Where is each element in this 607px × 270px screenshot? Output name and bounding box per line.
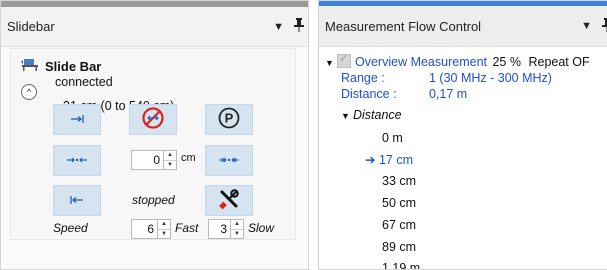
distance-item-label: 89 cm (382, 240, 416, 254)
list-item[interactable]: 67 cm (382, 218, 416, 232)
slow-speed-input[interactable]: 3 ▲▼ (208, 219, 244, 239)
range-label: Range : (341, 71, 385, 85)
move-relative-fast-icon (217, 154, 241, 168)
stepper-down-icon[interactable]: ▼ (231, 229, 243, 239)
distance-item-label: 1,19 m (382, 261, 420, 270)
slow-label: Slow (248, 221, 274, 235)
settings-button[interactable] (205, 185, 253, 216)
stepper-up-icon[interactable]: ▲ (231, 220, 243, 229)
fast-label: Fast (175, 221, 198, 235)
device-name: Slide Bar (45, 59, 101, 74)
list-item[interactable]: 0 m (382, 131, 403, 145)
range-value: 1 (30 MHz - 300 MHz) (429, 71, 552, 85)
slide-bar-device-icon (21, 57, 39, 76)
stepper-down-icon[interactable]: ▼ (158, 229, 170, 239)
move-relative-button[interactable] (53, 145, 101, 176)
parking-position-button[interactable]: P (205, 104, 253, 135)
measurement-tree: ▼ Overview Measurement 25 % Repeat OF Ran… (319, 48, 607, 269)
stepper-up-icon[interactable]: ▲ (164, 151, 176, 160)
slidebar-panel: Slidebar ▼ Slide Bar connected ^ 31 cm (… (0, 0, 309, 270)
distance-item-label: 17 cm (379, 153, 413, 167)
move-to-end-button[interactable] (53, 104, 101, 135)
pin-icon[interactable] (294, 18, 308, 35)
checkbox-disabled-checked[interactable] (337, 54, 351, 68)
speed-label: Speed (53, 221, 88, 235)
stepper-down-icon[interactable]: ▼ (164, 160, 176, 170)
distance-value: 0,17 m (429, 87, 467, 101)
move-to-end-icon (68, 113, 86, 127)
repeat-label: Repeat OF (528, 55, 589, 69)
distance-item-label: 50 cm (382, 196, 416, 210)
settings-tools-icon (218, 188, 240, 213)
pin-icon[interactable] (602, 18, 607, 35)
measurement-flow-control-panel: Measurement Flow Control ▼ ▼ Overview Mea… (318, 0, 607, 270)
expand-triangle-icon[interactable]: ▼ (325, 58, 337, 68)
device-row: Slide Bar (21, 57, 101, 76)
move-relative-fast-button[interactable] (205, 145, 253, 176)
expand-triangle-icon[interactable]: ▼ (341, 111, 353, 121)
slidebar-header: Slidebar ▼ (1, 7, 308, 47)
overview-label: Overview Measurement (355, 55, 487, 69)
fast-speed-stepper[interactable]: ▲▼ (157, 220, 170, 238)
distance-item-label: 67 cm (382, 218, 416, 232)
stop-button[interactable] (129, 104, 177, 135)
parking-icon: P (218, 107, 240, 132)
move-distance-value: 0 (153, 153, 163, 167)
menu-dropdown-icon[interactable]: ▼ (273, 21, 284, 33)
connection-status: connected (55, 75, 113, 89)
overview-percent: 25 % (492, 55, 521, 69)
mfc-header: Measurement Flow Control ▼ (319, 6, 607, 47)
list-item[interactable]: 50 cm (382, 196, 416, 210)
distance-item-label: 33 cm (382, 174, 416, 188)
fast-speed-value: 6 (147, 222, 157, 236)
slidebar-title: Slidebar (7, 19, 273, 34)
menu-dropdown-icon[interactable]: ▼ (581, 20, 592, 32)
parking-symbol: P (225, 111, 234, 126)
distance-group-label: Distance (353, 108, 402, 122)
fast-speed-input[interactable]: 6 ▲▼ (131, 219, 171, 239)
current-arrow-icon: ➔ (365, 153, 375, 167)
slow-speed-value: 3 (220, 222, 230, 236)
stepper-up-icon[interactable]: ▲ (158, 220, 170, 229)
distance-label: Distance : (341, 87, 397, 101)
move-to-start-icon (68, 194, 86, 208)
collapse-chevron-up-icon[interactable]: ^ (21, 84, 37, 100)
tree-node-overview[interactable]: ▼ Overview Measurement 25 % Repeat OF (325, 54, 590, 69)
movement-state: stopped (132, 193, 175, 207)
move-relative-icon (65, 154, 89, 168)
distance-item-label: 0 m (382, 131, 403, 145)
tree-node-distance-group[interactable]: ▼Distance (341, 108, 402, 122)
list-item[interactable]: 1,19 m (382, 261, 420, 270)
stop-icon (141, 106, 165, 133)
list-item[interactable]: 33 cm (382, 174, 416, 188)
list-item[interactable]: 89 cm (382, 240, 416, 254)
move-distance-stepper[interactable]: ▲▼ (163, 151, 176, 169)
move-distance-unit: cm (181, 152, 196, 164)
move-distance-input[interactable]: 0 ▲▼ (131, 150, 177, 170)
slow-speed-stepper[interactable]: ▲▼ (230, 220, 243, 238)
move-to-start-button[interactable] (53, 185, 101, 216)
list-item-current[interactable]: ➔ 17 cm (365, 152, 413, 167)
mfc-title: Measurement Flow Control (325, 19, 581, 34)
